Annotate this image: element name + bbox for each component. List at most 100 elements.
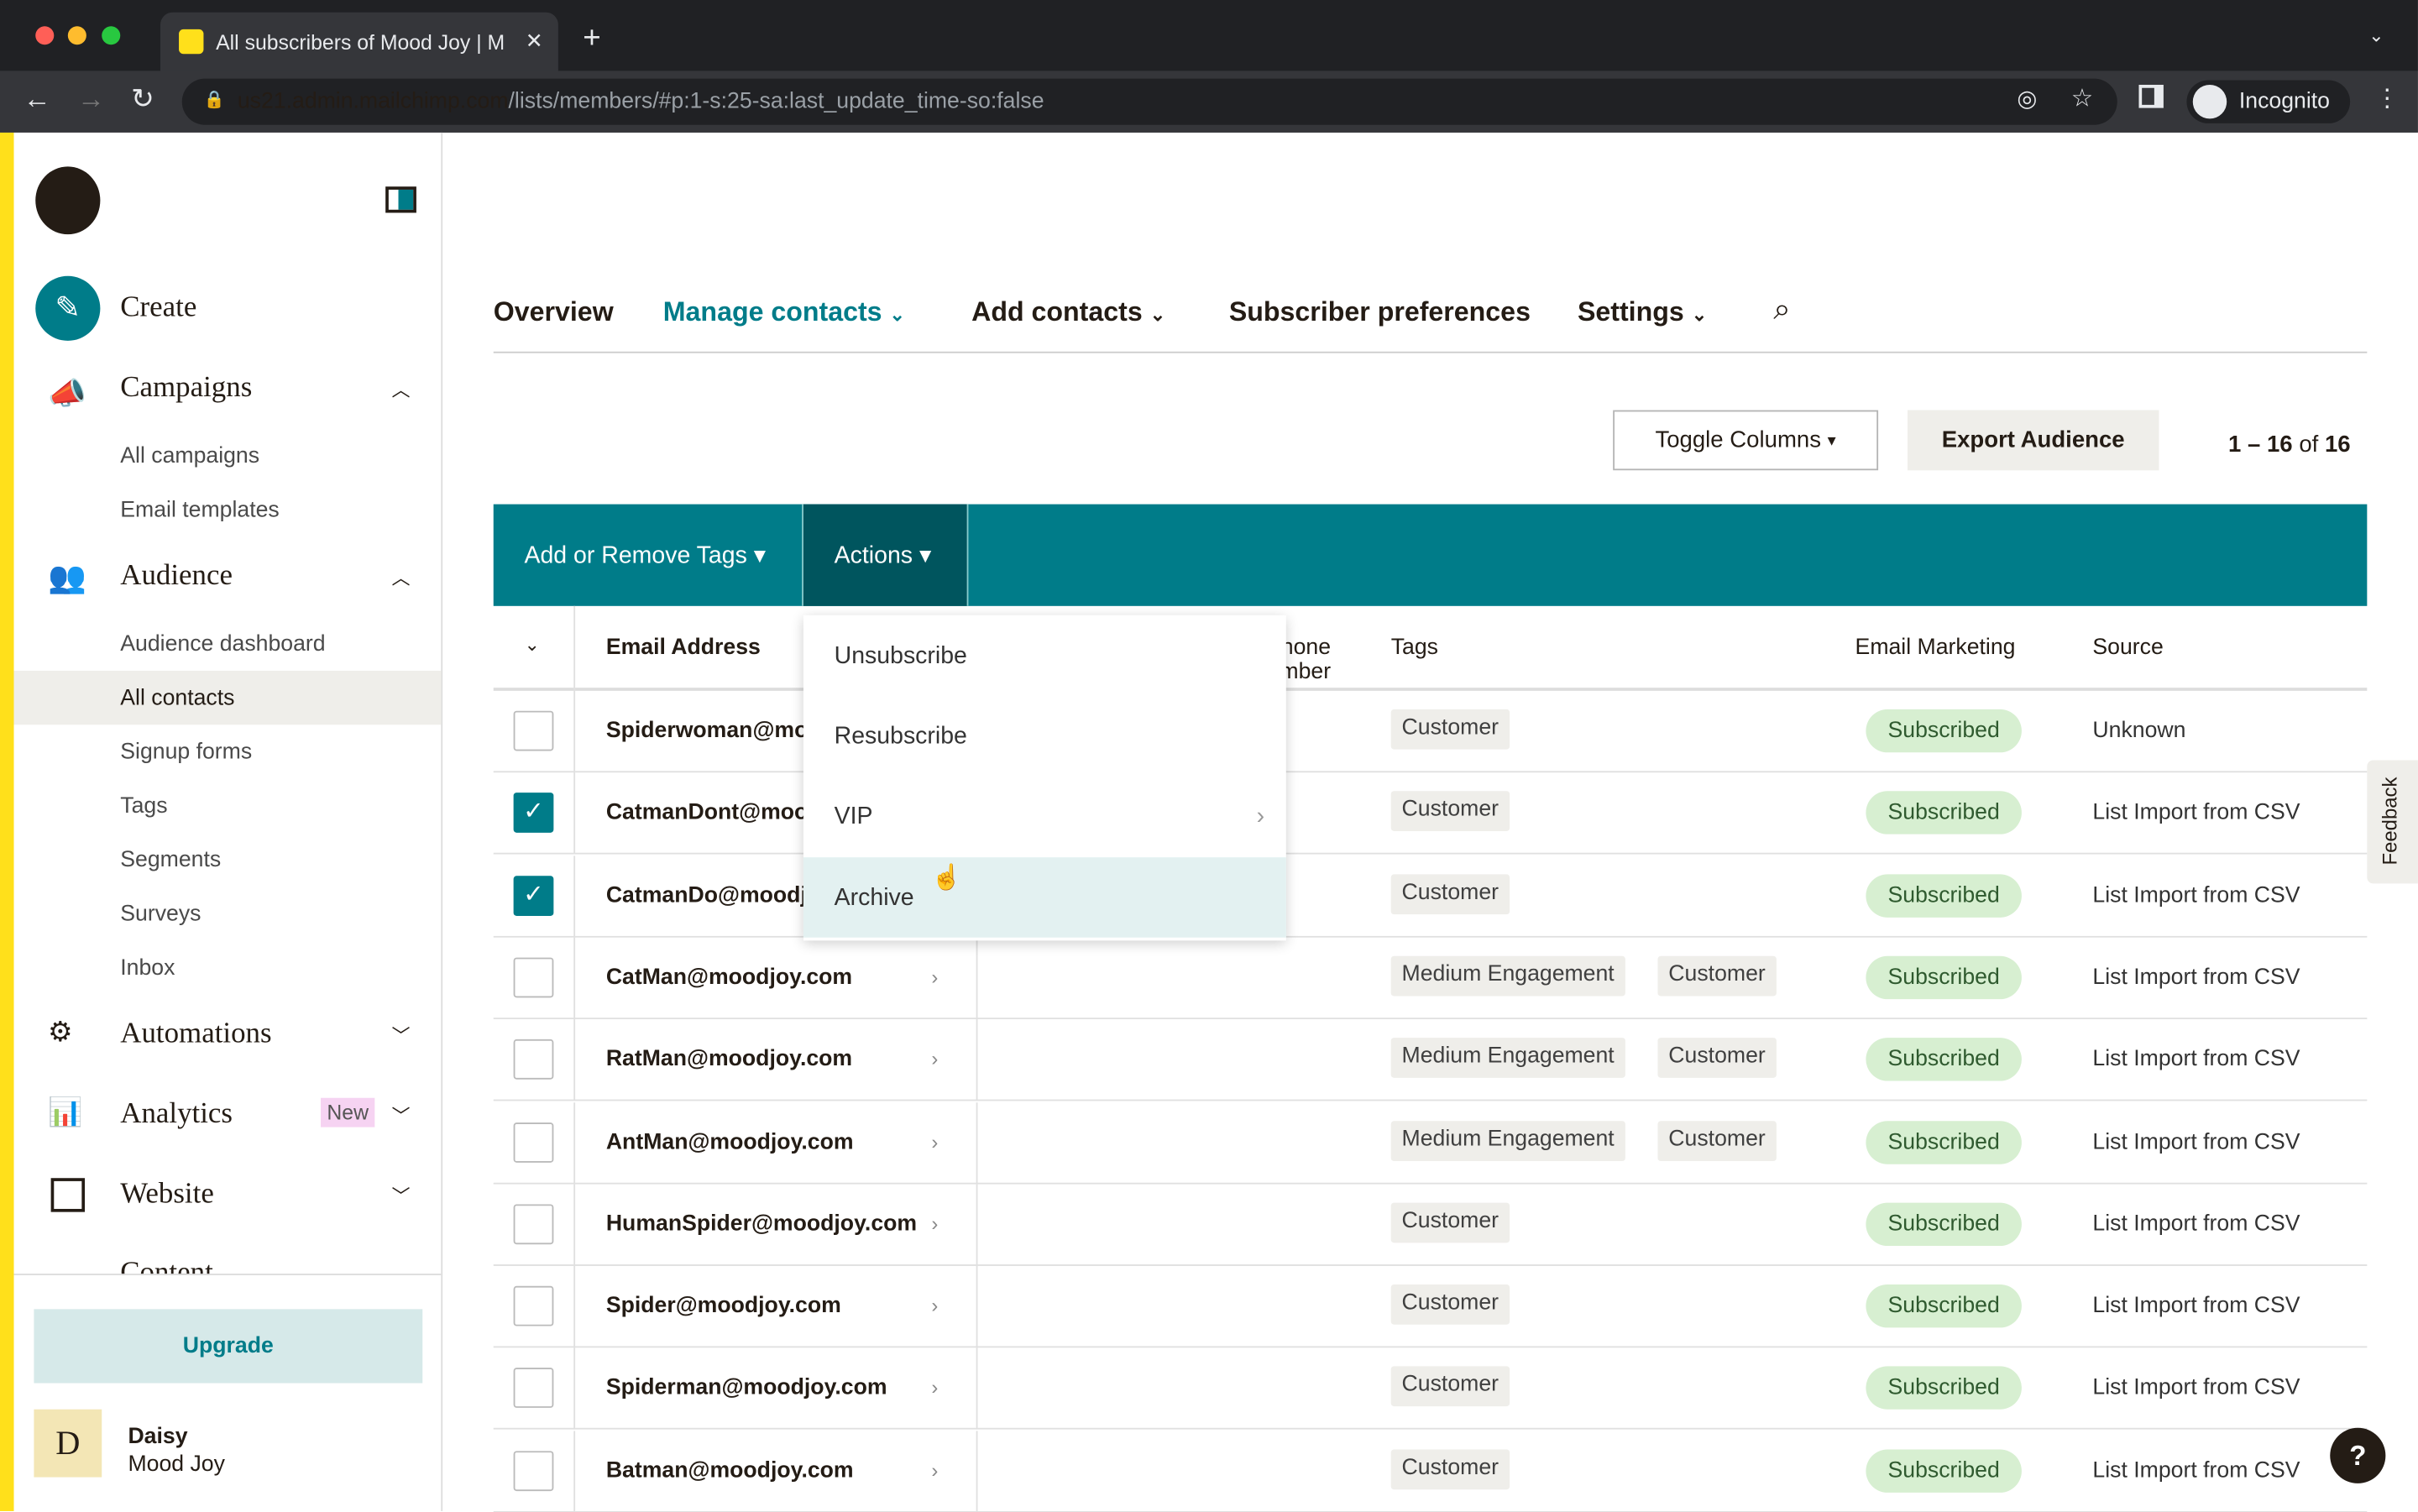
tag-badge[interactable]: Customer — [1390, 709, 1510, 750]
chevron-right-icon[interactable]: › — [931, 1129, 938, 1153]
chevron-right-icon[interactable]: › — [931, 1294, 938, 1317]
row-checkbox[interactable] — [513, 710, 554, 751]
browser-menu-icon[interactable]: ⋮ — [2375, 83, 2400, 114]
new-tab-icon[interactable]: + — [583, 22, 600, 57]
email-address[interactable]: RatMan@moodjoy.com — [606, 1047, 852, 1071]
chevron-up-icon[interactable]: ︿ — [392, 376, 411, 402]
eye-off-icon[interactable]: ◎ — [2017, 85, 2037, 112]
sidebar-audience-dashboard[interactable]: Audience dashboard — [120, 632, 325, 657]
header-email-marketing[interactable]: Email Marketing — [1855, 636, 2016, 660]
row-checkbox[interactable]: ✓ — [513, 793, 554, 834]
actions-button[interactable]: Actions ▾ — [802, 504, 969, 606]
sidebar-all-campaigns[interactable]: All campaigns — [120, 444, 259, 468]
tag-badge[interactable]: Customer — [1390, 873, 1510, 914]
incognito-button[interactable]: Incognito — [2186, 80, 2351, 123]
email-address[interactable]: CatMan@moodjoy.com — [606, 965, 852, 990]
header-email[interactable]: Email Address — [606, 636, 761, 660]
table-row[interactable]: CatMan@moodjoy.com › Medium Engagement Cus… — [493, 937, 2368, 1019]
table-row[interactable]: Spider@moodjoy.com › Customer Subscribed L… — [493, 1266, 2368, 1348]
tab-search-icon[interactable]: ⌄ — [2368, 24, 2384, 46]
sidepanel-icon[interactable] — [2138, 85, 2164, 108]
collapse-sidebar-icon[interactable] — [385, 186, 416, 213]
sidebar-inbox[interactable]: Inbox — [120, 956, 175, 981]
tag-badge[interactable]: Customer — [1657, 1038, 1777, 1079]
export-audience-button[interactable]: Export Audience — [1907, 410, 2159, 471]
help-button[interactable]: ? — [2330, 1427, 2386, 1483]
table-row[interactable]: Spiderman@moodjoy.com › Customer Subscribe… — [493, 1347, 2368, 1431]
back-icon[interactable]: ← — [24, 83, 51, 116]
tag-badge[interactable]: Medium Engagement — [1390, 1120, 1625, 1161]
close-window-button[interactable] — [35, 26, 55, 45]
table-row[interactable]: ✓ CatmanDo@moodjoy.com ›CustomerSubscrib… — [493, 855, 2368, 937]
sidebar-segments[interactable]: Segments — [120, 848, 221, 872]
tag-badge[interactable]: Customer — [1390, 791, 1510, 832]
select-all-chevron-icon[interactable]: ⌄ — [524, 634, 539, 656]
row-checkbox[interactable]: ✓ — [513, 875, 554, 916]
menu-item-resubscribe[interactable]: Resubscribe — [803, 695, 1286, 776]
feedback-tab[interactable]: Feedback — [2367, 760, 2418, 884]
sidebar-tags[interactable]: Tags — [120, 794, 167, 819]
email-address[interactable]: Spider@moodjoy.com — [606, 1294, 841, 1318]
tag-badge[interactable]: Customer — [1390, 1202, 1510, 1243]
sidebar-all-contacts[interactable]: All contacts — [120, 686, 234, 710]
chevron-right-icon[interactable]: › — [931, 1047, 938, 1070]
sidebar-audience[interactable]: Audience — [120, 560, 233, 594]
chevron-right-icon[interactable]: › — [931, 965, 938, 989]
email-address[interactable]: Spiderman@moodjoy.com — [606, 1376, 887, 1400]
sidebar-analytics[interactable]: Analytics — [120, 1098, 233, 1132]
email-address[interactable]: AntMan@moodjoy.com — [606, 1129, 854, 1154]
table-row[interactable]: HumanSpider@moodjoy.com › Customer Subscri… — [493, 1184, 2368, 1266]
menu-item-unsubscribe[interactable]: Unsubscribe — [803, 615, 1286, 696]
browser-tab[interactable]: All subscribers of Mood Joy | M ✕ — [160, 12, 558, 71]
chevron-down-icon[interactable]: ﹀ — [392, 1023, 411, 1049]
chevron-up-icon[interactable]: ︿ — [392, 564, 411, 590]
sidebar-website[interactable]: Website — [120, 1178, 214, 1211]
toggle-columns-button[interactable]: Toggle Columns ▾ — [1613, 410, 1879, 471]
chevron-down-icon[interactable]: ﹀ — [392, 1102, 411, 1128]
sidebar-email-templates[interactable]: Email templates — [120, 498, 279, 522]
forward-icon[interactable]: → — [77, 83, 105, 116]
search-icon[interactable]: ⌕ — [1773, 293, 1791, 328]
minimize-window-button[interactable] — [67, 26, 86, 45]
tag-badge[interactable]: Medium Engagement — [1390, 955, 1625, 997]
table-row[interactable]: RatMan@moodjoy.com › Medium Engagement Cus… — [493, 1019, 2368, 1101]
tag-badge[interactable]: Customer — [1390, 1448, 1510, 1489]
pencil-icon[interactable]: ✎ — [35, 275, 101, 341]
menu-item-archive[interactable]: Archive — [803, 857, 1286, 938]
sidebar-surveys[interactable]: Surveys — [120, 902, 201, 926]
tag-badge[interactable]: Medium Engagement — [1390, 1038, 1625, 1079]
add-remove-tags-button[interactable]: Add or Remove Tags ▾ — [524, 541, 766, 571]
sidebar-content[interactable]: Content — [120, 1257, 213, 1275]
avatar[interactable]: D — [34, 1409, 102, 1478]
chevron-right-icon[interactable]: › — [931, 1458, 938, 1482]
star-icon[interactable]: ☆ — [2071, 83, 2093, 114]
table-row[interactable]: ✓ CatmanDont@moodjoy.com ›CustomerSubscr… — [493, 772, 2368, 855]
email-address[interactable]: HumanSpider@moodjoy.com — [606, 1211, 917, 1236]
sidebar-automations[interactable]: Automations — [120, 1018, 271, 1051]
tab-manage-contacts[interactable]: Manage contacts ⌄ — [663, 296, 905, 329]
row-checkbox[interactable] — [513, 1039, 554, 1080]
header-source[interactable]: Source — [2092, 636, 2163, 660]
row-checkbox[interactable] — [513, 1122, 554, 1162]
tab-add-contacts[interactable]: Add contacts ⌄ — [971, 296, 1165, 329]
close-tab-icon[interactable]: ✕ — [526, 29, 543, 54]
upgrade-button[interactable]: Upgrade — [34, 1309, 423, 1384]
row-checkbox[interactable] — [513, 1204, 554, 1244]
sidebar-signup-forms[interactable]: Signup forms — [120, 740, 252, 765]
chevron-right-icon[interactable]: › — [931, 1376, 938, 1400]
sidebar-campaigns[interactable]: Campaigns — [120, 372, 252, 405]
tag-badge[interactable]: Customer — [1390, 1284, 1510, 1325]
address-bar[interactable]: 🔒 us21.admin.mailchimp.com/lists/members/… — [181, 78, 2117, 125]
chevron-right-icon[interactable]: › — [931, 1211, 938, 1235]
table-row[interactable]: Spiderwoman@moodjoy.com ›CustomerSubscri… — [493, 690, 2368, 773]
tab-overview[interactable]: Overview — [494, 296, 614, 329]
tag-badge[interactable]: Customer — [1657, 1120, 1777, 1161]
row-checkbox[interactable] — [513, 957, 554, 998]
row-checkbox[interactable] — [513, 1368, 554, 1409]
tag-badge[interactable]: Customer — [1657, 955, 1777, 997]
maximize-window-button[interactable] — [102, 26, 121, 45]
row-checkbox[interactable] — [513, 1285, 554, 1326]
table-row[interactable]: AntMan@moodjoy.com › Medium Engagement Cus… — [493, 1101, 2368, 1184]
header-tags[interactable]: Tags — [1391, 636, 1438, 660]
tab-subscriber-preferences[interactable]: Subscriber preferences — [1229, 296, 1531, 329]
